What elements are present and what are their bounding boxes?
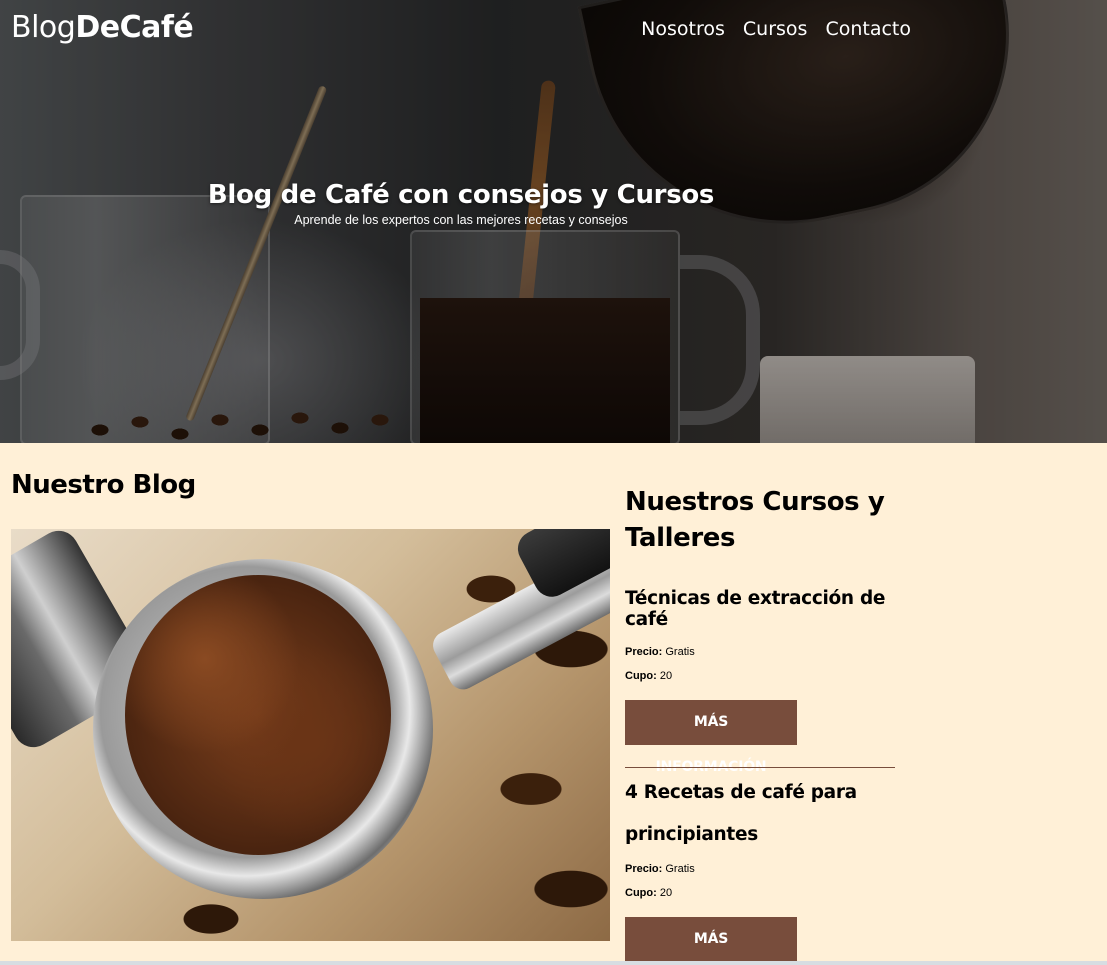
quota-value: 20 [659, 670, 673, 682]
course-item: Técnicas de extracción de café Precio: G… [625, 588, 895, 775]
coffee-grounds-image [125, 575, 391, 855]
hero-section: BlogDeCafé Nosotros Cursos Contacto Blog… [0, 0, 1107, 443]
main-nav: Nosotros Cursos Contacto [641, 18, 911, 40]
price-value: Gratis [665, 646, 695, 658]
blog-heading: Nuestro Blog [11, 470, 196, 500]
blog-post-image[interactable] [11, 529, 610, 941]
course-title: Técnicas de extracción de café [625, 588, 886, 630]
more-info-button[interactable]: Más Información [625, 917, 797, 962]
site-header: BlogDeCafé Nosotros Cursos Contacto [0, 0, 1107, 62]
course-item: 4 Recetas de café para principiantes Pre… [625, 772, 895, 965]
hero-title: Blog de Café con consejos y Cursos [207, 180, 715, 210]
course-price: Precio: Gratis [625, 640, 895, 664]
hero-text: Blog de Café con consejos y Cursos Apren… [0, 180, 922, 227]
logo-text-light: Blog [11, 10, 76, 45]
price-label: Precio: [625, 646, 663, 658]
course-price: Precio: Gratis [625, 857, 895, 881]
course-quota: Cupo: 20 [625, 881, 895, 905]
courses-heading: Nuestros Cursos y Talleres [625, 487, 885, 553]
horizontal-scrollbar[interactable] [0, 961, 1107, 965]
course-divider [625, 767, 895, 768]
course-quota: Cupo: 20 [625, 664, 895, 688]
logo-text-bold: DeCafé [75, 10, 194, 45]
quota-value: 20 [659, 887, 673, 899]
nav-link-nosotros[interactable]: Nosotros [641, 18, 725, 40]
more-info-button[interactable]: Más Información [625, 700, 797, 775]
hero-subtitle: Aprende de los expertos con las mejores … [294, 213, 628, 227]
course-title: 4 Recetas de café para principiantes [625, 782, 857, 845]
price-label: Precio: [625, 863, 663, 875]
nav-link-contacto[interactable]: Contacto [825, 18, 911, 40]
nav-link-cursos[interactable]: Cursos [743, 18, 808, 40]
quota-label: Cupo: [625, 670, 657, 682]
quota-label: Cupo: [625, 887, 657, 899]
price-value: Gratis [665, 863, 695, 875]
site-logo[interactable]: BlogDeCafé [11, 10, 194, 45]
